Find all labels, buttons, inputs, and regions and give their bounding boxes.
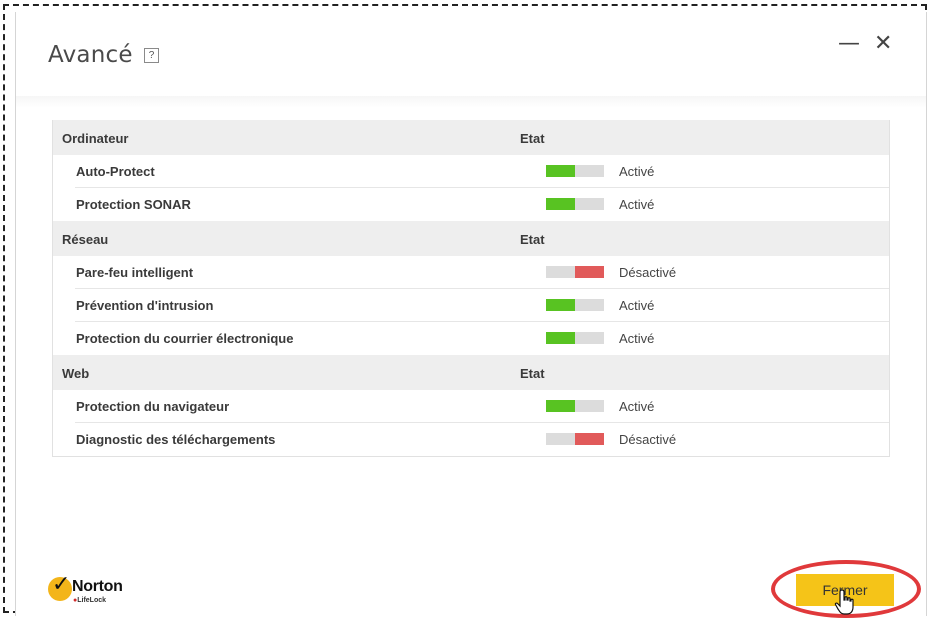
table-row: Protection du navigateur Activé xyxy=(53,390,889,423)
state-column-header: Etat xyxy=(520,366,545,381)
section-header-web: Web Etat xyxy=(53,355,889,390)
feature-label: Protection SONAR xyxy=(76,197,191,212)
features-table: Ordinateur Etat Auto-Protect Activé Prot… xyxy=(52,120,890,457)
close-icon[interactable]: ✕ xyxy=(874,32,892,56)
section-name: Réseau xyxy=(62,232,109,247)
toggle-off-indicator xyxy=(575,433,604,445)
brand-name: Norton xyxy=(72,578,123,595)
toggle-on-indicator xyxy=(546,400,575,412)
toggle-on-indicator xyxy=(546,299,575,311)
feature-status: Désactivé xyxy=(619,265,677,280)
section-name: Web xyxy=(62,366,90,381)
header-divider xyxy=(16,96,926,108)
toggle-on-indicator xyxy=(546,165,575,177)
toggle-on-indicator xyxy=(546,198,575,210)
close-button[interactable]: Fermer xyxy=(796,574,894,606)
feature-label: Prévention d'intrusion xyxy=(76,298,214,313)
feature-status: Activé xyxy=(619,164,655,179)
section-header-reseau: Réseau Etat xyxy=(53,221,889,256)
feature-label: Diagnostic des téléchargements xyxy=(76,432,276,447)
toggle-on-indicator xyxy=(546,332,575,344)
feature-status: Activé xyxy=(619,298,655,313)
feature-toggle-intrusion-prevention[interactable] xyxy=(546,299,604,311)
feature-toggle-firewall[interactable] xyxy=(546,266,604,278)
feature-status: Activé xyxy=(619,399,655,414)
feature-toggle-browser-protection[interactable] xyxy=(546,400,604,412)
feature-toggle-download-insight[interactable] xyxy=(546,433,604,445)
table-row: Protection SONAR Activé xyxy=(53,188,889,221)
feature-toggle-sonar[interactable] xyxy=(546,198,604,210)
brand-sub: ●LifeLock xyxy=(73,597,106,604)
feature-toggle-auto-protect[interactable] xyxy=(546,165,604,177)
feature-toggle-email-protection[interactable] xyxy=(546,332,604,344)
advanced-window: Avancé ? — ✕ Ordinateur Etat Auto-Protec… xyxy=(15,12,927,618)
state-column-header: Etat xyxy=(520,131,545,146)
section-header-ordinateur: Ordinateur Etat xyxy=(53,120,889,155)
feature-status: Activé xyxy=(619,331,655,346)
brand-sub-text: LifeLock xyxy=(77,597,107,604)
table-row: Protection du courrier électronique Acti… xyxy=(53,322,889,355)
state-column-header: Etat xyxy=(520,232,545,247)
table-row: Diagnostic des téléchargements Désactivé xyxy=(53,423,889,456)
feature-label: Auto-Protect xyxy=(76,164,155,179)
feature-status: Désactivé xyxy=(619,432,677,447)
section-name: Ordinateur xyxy=(62,131,129,146)
table-row: Prévention d'intrusion Activé xyxy=(53,289,889,322)
table-row: Pare-feu intelligent Désactivé xyxy=(53,256,889,289)
help-icon[interactable]: ? xyxy=(144,48,159,63)
norton-check-icon: ✓ xyxy=(48,572,72,601)
screenshot-frame: Avancé ? — ✕ Ordinateur Etat Auto-Protec… xyxy=(3,4,927,618)
feature-label: Pare-feu intelligent xyxy=(76,265,194,280)
table-row: Auto-Protect Activé xyxy=(53,155,889,188)
toggle-off-indicator xyxy=(575,266,604,278)
minimize-button[interactable]: — xyxy=(838,32,860,56)
feature-label: Protection du navigateur xyxy=(76,399,230,414)
checkmark-icon: ✓ xyxy=(52,572,71,597)
window-title: Avancé xyxy=(48,42,133,68)
norton-logo: ✓ Norton ●LifeLock xyxy=(48,572,148,607)
feature-label: Protection du courrier électronique xyxy=(76,331,294,346)
feature-status: Activé xyxy=(619,197,655,212)
